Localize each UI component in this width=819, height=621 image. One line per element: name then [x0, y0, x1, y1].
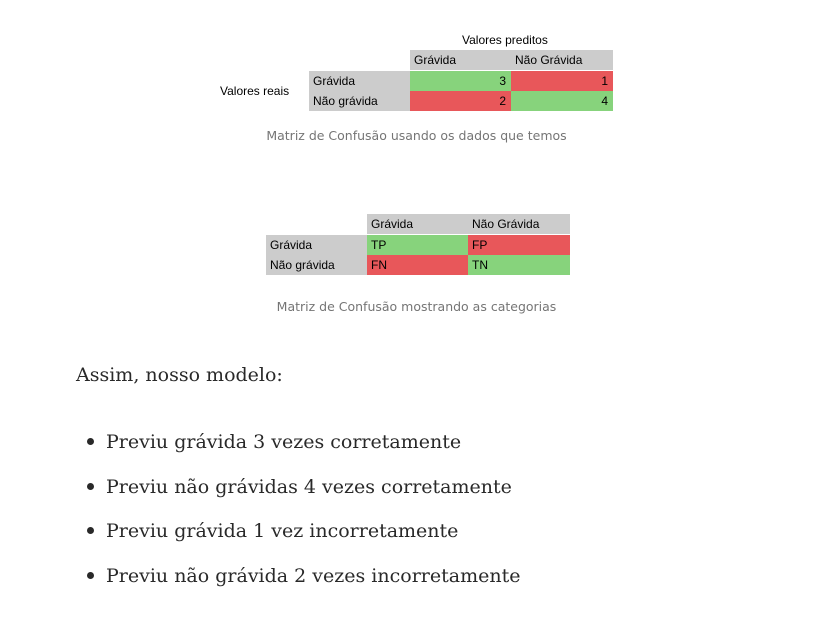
cell-tp: TP — [367, 235, 468, 255]
caption-table-counts: Matriz de Confusão usando os dados que t… — [266, 128, 567, 143]
bullet-icon — [87, 571, 94, 579]
caption-table-categories: Matriz de Confusão mostrando as categori… — [276, 299, 557, 314]
row-header-nao-gravida: Não grávida — [309, 91, 410, 111]
bullet-icon — [87, 482, 94, 490]
bullet-icon — [87, 438, 94, 445]
cell-fn: FN — [367, 255, 468, 275]
list-item-text: Previu não grávida 2 vezes incorretament… — [106, 564, 521, 587]
list-item: Previu não grávida 2 vezes incorretament… — [76, 554, 520, 599]
bullet-icon — [87, 527, 94, 535]
predicted-values-header: Valores preditos — [462, 33, 548, 47]
col-header-nao-gravida: Não Grávida — [468, 214, 570, 234]
cell-tn: TN — [468, 255, 570, 275]
row-header-nao-gravida: Não grávida — [266, 255, 367, 275]
list-item: Previu grávida 3 vezes corretamente — [76, 420, 520, 465]
col-header-nao-gravida: Não Grávida — [511, 50, 613, 70]
intro-paragraph: Assim, nosso modelo: — [76, 364, 283, 386]
results-list: Previu grávida 3 vezes corretamente Prev… — [76, 420, 520, 598]
cell-fp: FP — [468, 235, 570, 255]
list-item: Previu grávida 1 vez incorretamente — [76, 509, 520, 554]
col-header-gravida: Grávida — [410, 50, 511, 70]
row-header-gravida: Grávida — [309, 71, 410, 91]
list-item-text: Previu grávida 3 vezes corretamente — [106, 431, 462, 453]
real-values-header: Valores reais — [220, 84, 290, 98]
row-header-gravida: Grávida — [266, 235, 367, 255]
list-item-text: Previu não grávidas 4 vezes corretamente — [106, 475, 512, 498]
cell-true-negative-count: 4 — [511, 91, 613, 111]
cell-false-positive-count: 1 — [511, 71, 613, 91]
cell-false-negative-count: 2 — [410, 91, 511, 111]
cell-true-positive-count: 3 — [410, 71, 511, 91]
col-header-gravida: Grávida — [367, 214, 468, 234]
list-item: Previu não grávidas 4 vezes corretamente — [76, 465, 520, 510]
list-item-text: Previu grávida 1 vez incorretamente — [106, 520, 459, 543]
